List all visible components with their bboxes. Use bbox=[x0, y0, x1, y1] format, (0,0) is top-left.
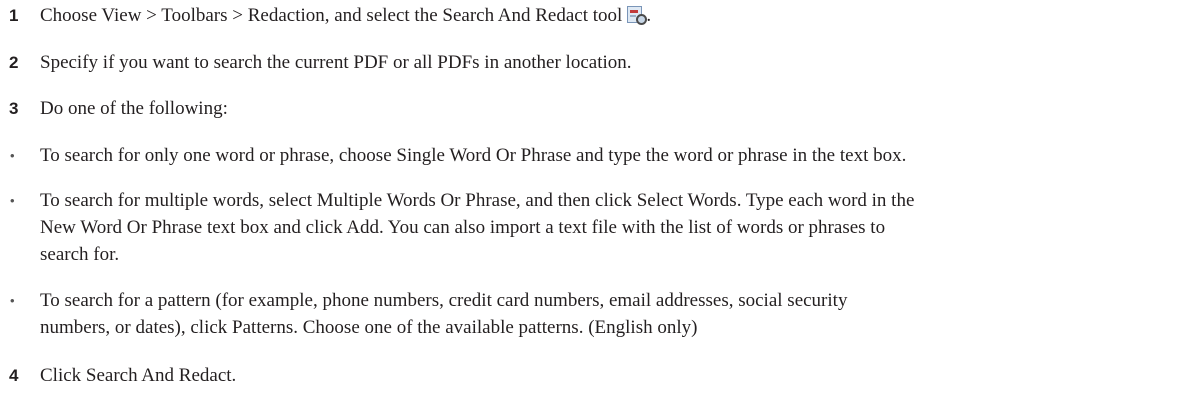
step-text: Click Search And Redact. bbox=[40, 365, 237, 386]
bullet-marker: • bbox=[10, 148, 15, 163]
bullet-line: To search for multiple words, select Mul… bbox=[40, 190, 915, 211]
step-number: 4 bbox=[9, 366, 19, 385]
bullet-text: To search for only one word or phrase, c… bbox=[40, 142, 1200, 169]
step-text: Do one of the following: bbox=[40, 98, 228, 119]
bullet-line: To search for a pattern (for example, ph… bbox=[40, 290, 848, 311]
step-1-period: . bbox=[646, 5, 652, 26]
step-text: Choose View > Toolbars > Redaction, and … bbox=[40, 2, 1200, 29]
bullet-line: numbers, or dates), click Patterns. Choo… bbox=[40, 317, 698, 338]
bullet-line: To search for only one word or phrase, c… bbox=[40, 145, 907, 166]
bullet-marker: • bbox=[10, 193, 15, 208]
step-number: 3 bbox=[9, 99, 19, 118]
step-text: Specify if you want to search the curren… bbox=[40, 52, 632, 73]
step-number: 2 bbox=[9, 53, 19, 72]
step-1-text: Choose View > Toolbars > Redaction, and … bbox=[40, 5, 623, 26]
bullet-line: search for. bbox=[40, 244, 120, 265]
bullet-text: To search for a pattern (for example, ph… bbox=[40, 287, 1200, 341]
bullet-marker: • bbox=[10, 293, 15, 308]
search-and-redact-tool-icon bbox=[626, 5, 648, 25]
bullet-line: New Word Or Phrase text box and click Ad… bbox=[40, 217, 886, 238]
instructions-document: 1 Choose View > Toolbars > Redaction, an… bbox=[0, 0, 1202, 403]
step-number: 1 bbox=[9, 6, 19, 25]
bullet-text: To search for multiple words, select Mul… bbox=[40, 187, 1200, 268]
